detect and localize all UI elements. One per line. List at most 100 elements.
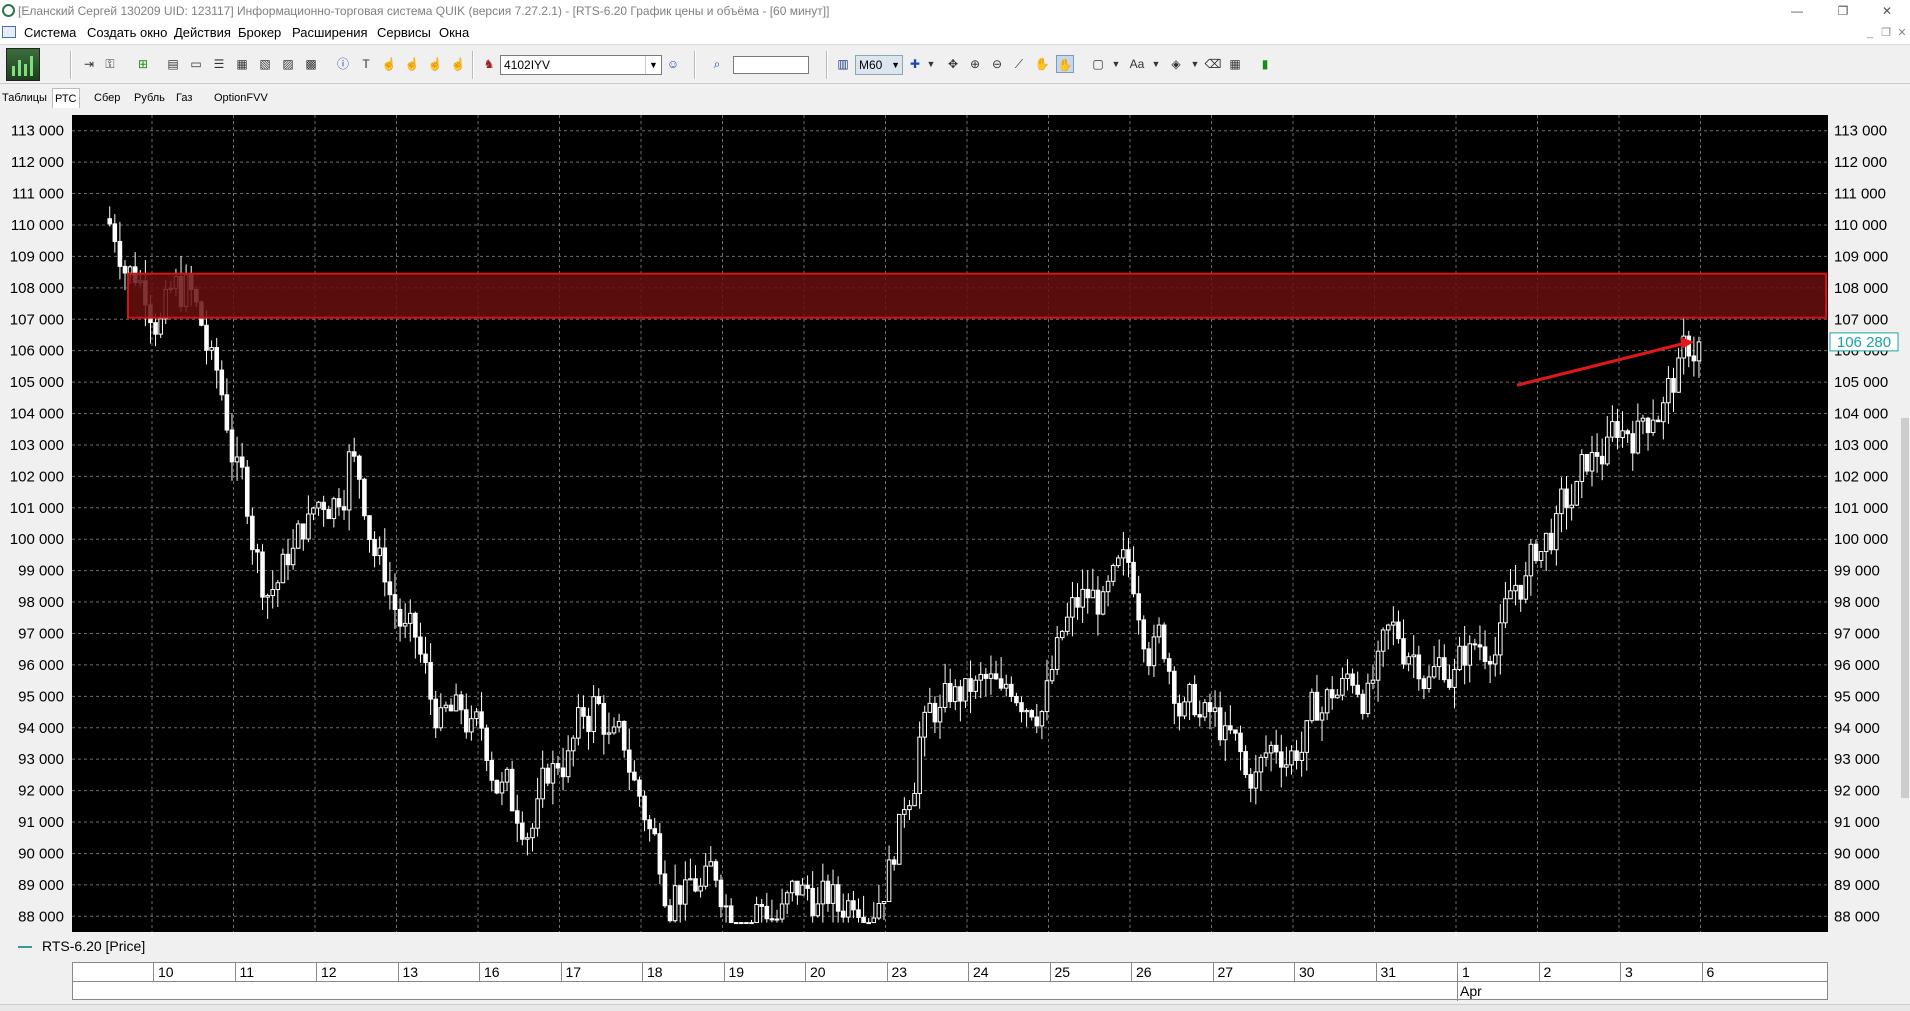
instrument-icon[interactable]: ♞ — [480, 55, 498, 73]
font-dropdown-icon[interactable]: ▼ — [1147, 55, 1165, 73]
new-order-icon[interactable]: ⊞ — [134, 55, 152, 73]
candle-body — [927, 702, 933, 713]
candle-body — [1284, 764, 1289, 768]
y-tick-label-right: 113 000 — [1834, 123, 1887, 140]
candle-body — [489, 759, 495, 781]
tab-rts[interactable]: РТС — [52, 88, 80, 108]
text-tool-icon[interactable]: T — [357, 55, 375, 73]
candle-body — [407, 612, 413, 624]
candle-body — [652, 828, 658, 835]
font-icon[interactable]: Aa — [1128, 55, 1146, 73]
toolbar-separator — [694, 51, 696, 79]
candle-body — [1294, 750, 1299, 761]
ruler-icon[interactable]: ⟋ — [1010, 55, 1028, 73]
candle-body — [1217, 707, 1223, 741]
y-tick-label-left: 110 000 — [11, 217, 64, 234]
menu-extensions[interactable]: Расширения — [292, 22, 368, 44]
disconnect-icon[interactable]: ⚿ — [101, 55, 119, 73]
menu-broker[interactable]: Брокер — [238, 22, 281, 44]
candle-body — [1477, 644, 1483, 648]
candle-body — [540, 767, 545, 800]
pan-icon[interactable]: ✋ — [1033, 55, 1051, 73]
menu-actions[interactable]: Действия — [174, 22, 231, 44]
instrument-value: 4102IYV — [504, 58, 551, 72]
interval-select[interactable]: M60 ▼ — [855, 55, 903, 75]
candle-body — [509, 768, 515, 812]
eraser-icon[interactable]: ⌫ — [1204, 55, 1222, 73]
window-icon[interactable]: ▭ — [187, 55, 205, 73]
vertical-scrollbar[interactable] — [1900, 128, 1910, 908]
minimize-button[interactable]: — — [1774, 0, 1820, 22]
hand-tool-2-icon[interactable]: ☝ — [403, 55, 421, 73]
layers-icon[interactable]: ▦ — [1226, 55, 1244, 73]
candle-body — [953, 686, 958, 703]
select-hand-icon[interactable]: ✋ — [1056, 55, 1074, 73]
candle-body — [1003, 683, 1009, 689]
chart-type-icon[interactable]: ▥ — [834, 55, 852, 73]
crosshair-dropdown-icon[interactable]: ▼ — [922, 55, 940, 73]
search-icon[interactable]: ⌕ — [708, 55, 726, 73]
tab-tables[interactable]: Таблицы — [0, 88, 49, 108]
child-window-system-icon[interactable] — [2, 26, 16, 38]
volume-bars-icon[interactable]: ▮ — [1256, 55, 1274, 73]
y-tick-label-right: 108 000 — [1834, 280, 1888, 297]
y-tick-label-right: 95 000 — [1834, 688, 1880, 705]
stop-orders-icon[interactable]: ▨ — [279, 55, 297, 73]
y-tick-label-left: 104 000 — [10, 406, 64, 423]
instrument-select[interactable]: 4102IYV ▼ — [500, 55, 662, 75]
fill-icon[interactable]: ◈ — [1167, 55, 1185, 73]
candle-body — [224, 394, 230, 431]
menu-create-window[interactable]: Создать окно — [87, 22, 167, 44]
menu-windows[interactable]: Окна — [439, 22, 469, 44]
candle-body — [759, 903, 765, 907]
trades-icon[interactable]: ▧ — [256, 55, 274, 73]
list-icon[interactable]: ☰ — [210, 55, 228, 73]
menu-sistema[interactable]: Система — [24, 22, 76, 44]
candle-body — [550, 763, 556, 784]
table-icon[interactable]: ▤ — [164, 55, 182, 73]
portfolio-icon[interactable]: ▩ — [302, 55, 320, 73]
instrument-lookup-icon[interactable]: ☺ — [664, 55, 682, 73]
tab-optionfvv[interactable]: OptionFVV — [212, 88, 270, 108]
menu-services[interactable]: Сервисы — [377, 22, 431, 44]
mdi-close-button[interactable]: ✕ — [1892, 22, 1910, 44]
close-button[interactable]: ✕ — [1864, 0, 1910, 22]
candle-body — [1431, 666, 1437, 678]
tab-sber[interactable]: Сбер — [92, 88, 122, 108]
chevron-down-icon[interactable]: ▼ — [645, 56, 661, 74]
candle-body — [581, 707, 586, 717]
chevron-down-icon[interactable]: ▼ — [891, 56, 900, 74]
candle-body — [1085, 588, 1091, 599]
candle-body — [545, 767, 551, 784]
hand-tool-icon[interactable]: ☝ — [380, 55, 398, 73]
move-icon[interactable]: ✥ — [944, 55, 962, 73]
y-tick-label-right: 98 000 — [1834, 594, 1880, 611]
candle-body — [1070, 597, 1075, 618]
scrollbar-thumb[interactable] — [1901, 418, 1909, 798]
info-icon[interactable]: ⓘ — [334, 55, 352, 73]
candle-body — [1151, 636, 1157, 667]
candle-body — [642, 795, 647, 821]
shape-icon[interactable]: ▢ — [1089, 55, 1107, 73]
app-logo-icon[interactable] — [6, 48, 40, 81]
y-tick-label-right: 104 000 — [1834, 406, 1888, 423]
zoom-out-icon[interactable]: ⊖ — [988, 55, 1006, 73]
shape-dropdown-icon[interactable]: ▼ — [1107, 55, 1125, 73]
tab-ruble[interactable]: Рубль — [132, 88, 167, 108]
candle-body — [570, 737, 576, 752]
price-chart[interactable]: 113 000 113 000 112 000 112 000 111 000 111 0… — [0, 110, 1910, 940]
candle-body — [744, 922, 749, 925]
candle-body — [1075, 597, 1080, 608]
tab-gas[interactable]: Газ — [174, 88, 194, 108]
zoom-in-icon[interactable]: ⊕ — [966, 55, 984, 73]
connect-icon[interactable]: ⇥ — [80, 55, 98, 73]
search-input[interactable] — [733, 56, 809, 74]
hand-tool-4-icon[interactable]: ☝ — [449, 55, 467, 73]
candle-body — [438, 707, 444, 729]
orders-icon[interactable]: ▦ — [233, 55, 251, 73]
y-tick-label-right: 93 000 — [1834, 751, 1880, 768]
restore-button[interactable]: ❐ — [1820, 0, 1866, 22]
hand-tool-3-icon[interactable]: ☝ — [426, 55, 444, 73]
candle-body — [1645, 417, 1651, 434]
fill-dropdown-icon[interactable]: ▼ — [1186, 55, 1204, 73]
